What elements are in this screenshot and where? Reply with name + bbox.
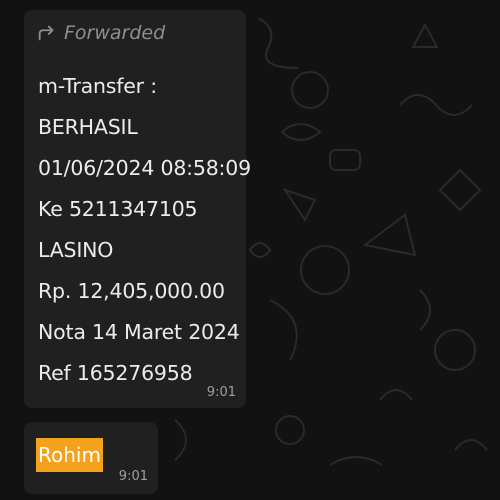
forwarded-label: Forwarded (64, 22, 166, 44)
message-line: BERHASIL (38, 115, 138, 139)
forward-icon (36, 22, 58, 44)
message-line: LASINO (38, 238, 114, 262)
message-text: m-Transfer : BERHASIL 01/06/2024 08:58:0… (38, 66, 251, 394)
message-line: Rp. 12,405,000.00 (38, 279, 225, 303)
message-timestamp: 9:01 (206, 385, 236, 400)
message-line: m-Transfer : (38, 74, 157, 98)
highlighted-message-text: Rohim (36, 438, 103, 472)
message-timestamp: 9:01 (118, 469, 148, 484)
message-line: 01/06/2024 08:58:09 (38, 156, 251, 180)
message-bubble-forwarded[interactable]: Forwarded m-Transfer : BERHASIL 01/06/20… (24, 10, 251, 408)
message-bubble[interactable]: Rohim 9:01 (24, 422, 158, 494)
chat-screen: Forwarded m-Transfer : BERHASIL 01/06/20… (0, 0, 500, 500)
message-line: Nota 14 Maret 2024 (38, 320, 240, 344)
message-line: Ke 5211347105 (38, 197, 198, 221)
forwarded-indicator: Forwarded (36, 22, 165, 44)
